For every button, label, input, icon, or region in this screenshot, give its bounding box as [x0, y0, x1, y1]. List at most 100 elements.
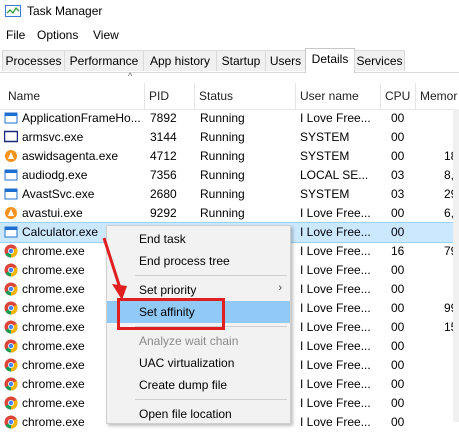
menu-item-label: UAC virtualization — [139, 356, 235, 370]
column-header: Name PID Status User name CPU Memor — [0, 83, 459, 110]
menu-item-uac-virtualization[interactable]: UAC virtualization — [107, 352, 290, 374]
process-cpu: 00 — [391, 320, 405, 334]
chrome-icon — [4, 282, 18, 296]
process-cpu: 00 — [391, 377, 405, 391]
process-name: ApplicationFrameHo... — [22, 111, 141, 125]
annotation-highlight-box — [117, 298, 225, 330]
column-pid[interactable]: PID — [144, 83, 194, 109]
process-user: I Love Free... — [300, 244, 371, 258]
process-user: LOCAL SE... — [300, 168, 369, 182]
tab-startup[interactable]: Startup — [216, 50, 266, 71]
process-name: chrome.exe — [22, 301, 85, 315]
column-name[interactable]: Name — [0, 83, 144, 109]
process-name: chrome.exe — [22, 415, 85, 429]
menu-bar: File Options View — [0, 25, 459, 45]
app-frame-icon — [4, 225, 18, 239]
process-user: I Love Free... — [300, 282, 371, 296]
process-pid: 7892 — [150, 111, 177, 125]
table-row[interactable]: armsvc.exe 3144 Running SYSTEM 00 — [0, 128, 459, 147]
process-cpu: 00 — [391, 301, 405, 315]
process-name: chrome.exe — [22, 320, 85, 334]
menu-item-analyze-wait-chain: Analyze wait chain — [107, 330, 290, 352]
menu-item-end-task[interactable]: End task — [107, 228, 290, 250]
menu-item-end-process-tree[interactable]: End process tree — [107, 250, 290, 272]
process-user: I Love Free... — [300, 339, 371, 353]
process-user: I Love Free... — [300, 320, 371, 334]
process-status: Running — [200, 111, 245, 125]
process-cpu: 00 — [391, 111, 405, 125]
chrome-icon — [4, 377, 18, 391]
process-user: SYSTEM — [300, 130, 350, 144]
menu-item-create-dump-file[interactable]: Create dump file — [107, 374, 290, 396]
process-cpu: 00 — [391, 282, 405, 296]
column-user-name[interactable]: User name — [295, 83, 380, 109]
avast-icon — [4, 149, 18, 163]
tab-services[interactable]: Services — [354, 50, 405, 71]
process-name: chrome.exe — [22, 358, 85, 372]
process-cpu: 00 — [391, 396, 405, 410]
process-user: I Love Free... — [300, 263, 371, 277]
column-status[interactable]: Status — [194, 83, 295, 109]
menu-view[interactable]: View — [93, 28, 119, 42]
menu-item-label: Set priority — [139, 283, 197, 297]
chrome-icon — [4, 339, 18, 353]
process-user: I Love Free... — [300, 396, 371, 410]
process-name: audiodg.exe — [22, 168, 88, 182]
chrome-icon — [4, 301, 18, 315]
table-row[interactable]: audiodg.exe7356RunningLOCAL SE...038,0 — [0, 166, 459, 185]
chrome-icon — [4, 396, 18, 410]
tab-details[interactable]: Details — [305, 48, 355, 73]
menu-separator — [135, 275, 287, 276]
table-row[interactable]: AvastSvc.exe2680RunningSYSTEM0329, — [0, 185, 459, 204]
process-pid: 4712 — [150, 149, 177, 163]
process-name: chrome.exe — [22, 396, 85, 410]
chrome-icon — [4, 244, 18, 258]
tab-users[interactable]: Users — [265, 50, 306, 71]
menu-options[interactable]: Options — [37, 28, 78, 42]
process-pid: 7356 — [150, 168, 177, 182]
process-status: Running — [200, 187, 245, 201]
tab-app-history[interactable]: App history — [143, 50, 217, 71]
window-title: Task Manager — [27, 4, 103, 18]
table-row[interactable]: aswidsagenta.exe4712RunningSYSTEM0018, — [0, 147, 459, 166]
tab-processes[interactable]: Processes — [2, 50, 65, 71]
menu-file[interactable]: File — [6, 28, 25, 42]
process-cpu: 00 — [391, 149, 405, 163]
process-name: AvastSvc.exe — [22, 187, 95, 201]
menu-item-label: Open file location — [139, 407, 232, 421]
process-status: Running — [200, 168, 245, 182]
process-user: I Love Free... — [300, 358, 371, 372]
process-name: avastui.exe — [22, 206, 83, 220]
menu-item-label: End task — [139, 232, 186, 246]
window-icon — [3, 130, 19, 144]
menu-separator — [135, 399, 287, 400]
sort-ascending-icon: ^ — [128, 71, 133, 81]
process-status: Running — [200, 149, 245, 163]
process-pid: 9292 — [150, 206, 177, 220]
process-status: Running — [200, 206, 245, 220]
menu-item-label: Analyze wait chain — [139, 334, 239, 348]
process-cpu: 00 — [391, 358, 405, 372]
table-row[interactable]: avastui.exe 9292 Running I Love Free... 00 6, — [0, 204, 459, 223]
process-name: Calculator.exe — [22, 225, 99, 239]
process-name: chrome.exe — [22, 263, 85, 277]
process-user: SYSTEM — [300, 187, 350, 201]
process-name: chrome.exe — [22, 244, 85, 258]
process-user: SYSTEM — [300, 149, 350, 163]
menu-item-label: End process tree — [139, 254, 230, 268]
column-cpu[interactable]: CPU — [380, 83, 415, 109]
column-memory[interactable]: Memor — [415, 83, 459, 109]
process-pid: 3144 — [150, 130, 177, 144]
process-name: chrome.exe — [22, 282, 85, 296]
process-user: I Love Free... — [300, 225, 371, 239]
table-row[interactable]: ApplicationFrameHo... 7892 Running I Love F… — [0, 109, 459, 128]
vertical-scrollbar[interactable] — [453, 109, 459, 422]
avast-icon — [4, 206, 18, 220]
chrome-icon — [4, 263, 18, 277]
process-name: aswidsagenta.exe — [22, 149, 119, 163]
chrome-icon — [4, 358, 18, 372]
chrome-icon — [4, 320, 18, 334]
tab-performance[interactable]: Performance — [64, 50, 144, 71]
process-cpu: 03 — [391, 168, 405, 182]
process-user: I Love Free... — [300, 111, 371, 125]
